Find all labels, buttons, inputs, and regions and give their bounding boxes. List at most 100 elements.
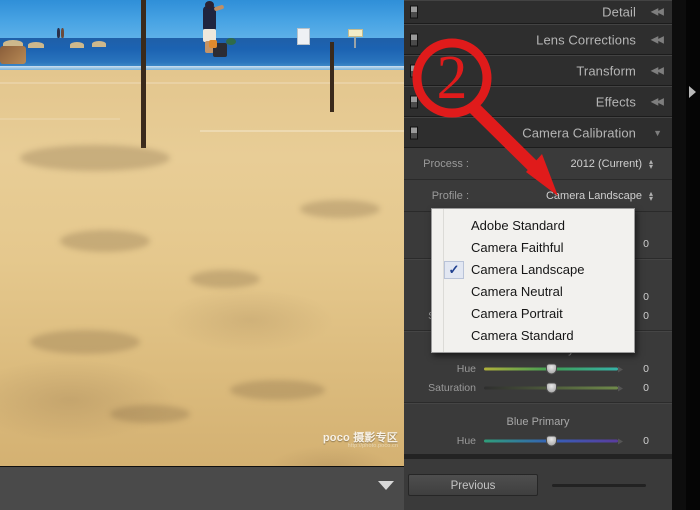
photo-toolbar[interactable] bbox=[0, 466, 404, 510]
previous-button[interactable]: Previous bbox=[408, 474, 538, 496]
stepper-arrows-icon[interactable]: ▴▾ bbox=[649, 191, 653, 201]
slider-label: Hue bbox=[404, 363, 476, 375]
menu-item-camera-neutral[interactable]: Camera Neutral bbox=[432, 281, 634, 303]
orange-bag bbox=[209, 40, 217, 48]
slider-row[interactable]: Hue 0 bbox=[404, 431, 672, 450]
profile-value[interactable]: Camera Landscape bbox=[546, 190, 642, 202]
panel-header-transform[interactable]: Transform ◀◀ bbox=[404, 55, 672, 86]
section-title: Blue Primary bbox=[404, 409, 672, 431]
slider-track[interactable] bbox=[484, 386, 618, 389]
panel-switch-icon[interactable] bbox=[410, 126, 418, 139]
panel-collapse-arrow-icon[interactable] bbox=[689, 86, 696, 98]
panel-header-effects[interactable]: Effects ◀◀ bbox=[404, 86, 672, 117]
net-pole bbox=[330, 42, 334, 112]
panel-switch-icon[interactable] bbox=[410, 64, 418, 77]
photo-preview-pane[interactable]: poco 摄影专区 http://photo.poco.cn bbox=[0, 0, 404, 466]
window-right-edge bbox=[686, 0, 700, 510]
process-row[interactable]: Process : 2012 (Current) ▴▾ bbox=[404, 148, 672, 180]
beach-umbrella bbox=[92, 41, 106, 47]
panel-scrollbar-gutter[interactable] bbox=[672, 0, 686, 510]
menu-item-label: Adobe Standard bbox=[471, 218, 565, 233]
watermark-url: http://photo.poco.cn bbox=[323, 444, 398, 450]
panel-footer: Previous bbox=[404, 457, 672, 510]
chevron-collapsed-icon[interactable]: ◀◀ bbox=[651, 34, 662, 45]
beach-photo: poco 摄影专区 http://photo.poco.cn bbox=[0, 0, 404, 466]
slider-track[interactable] bbox=[484, 439, 618, 442]
volleyball-pole bbox=[141, 0, 146, 148]
caret-down-icon[interactable] bbox=[378, 481, 394, 490]
profile-dropdown-menu[interactable]: Adobe Standard Camera Faithful ✓ Camera … bbox=[431, 208, 635, 353]
menu-item-camera-standard[interactable]: Camera Standard bbox=[432, 325, 634, 347]
slider-label: Hue bbox=[404, 435, 476, 447]
slider-value[interactable]: 0 bbox=[634, 363, 658, 375]
panel-switch-icon[interactable] bbox=[410, 6, 418, 19]
slider-knob[interactable] bbox=[546, 364, 557, 375]
profile-label: Profile : bbox=[404, 190, 469, 202]
person-head bbox=[205, 1, 214, 9]
chevron-collapsed-icon[interactable]: ◀◀ bbox=[651, 7, 662, 18]
stepper-arrows-icon[interactable]: ▴▾ bbox=[649, 159, 653, 169]
menu-item-label: Camera Landscape bbox=[471, 262, 584, 277]
sand-shadow bbox=[30, 330, 140, 354]
chevron-expanded-icon[interactable]: ▼ bbox=[653, 128, 662, 138]
sand-shadow bbox=[230, 380, 325, 400]
lightroom-develop-window: poco 摄影专区 http://photo.poco.cn Detail ◀◀… bbox=[0, 0, 700, 510]
footer-divider bbox=[404, 454, 672, 459]
menu-item-label: Camera Standard bbox=[471, 328, 574, 343]
panel-header-label: Detail bbox=[602, 5, 636, 20]
slider-knob[interactable] bbox=[546, 383, 557, 394]
sand-shadow bbox=[300, 200, 380, 218]
beach-sign bbox=[297, 28, 310, 45]
chevron-collapsed-icon[interactable]: ◀◀ bbox=[651, 65, 662, 76]
sand-shadow bbox=[110, 405, 190, 423]
process-value[interactable]: 2012 (Current) bbox=[570, 158, 642, 170]
checkmark-icon: ✓ bbox=[444, 261, 464, 279]
beach-sign-post bbox=[354, 37, 356, 48]
panel-header-camera-calibration[interactable]: Camera Calibration ▼ bbox=[404, 117, 672, 148]
menu-item-camera-portrait[interactable]: Camera Portrait bbox=[432, 303, 634, 325]
sand-shadow bbox=[20, 145, 170, 171]
menu-item-adobe-standard[interactable]: Adobe Standard bbox=[432, 215, 634, 237]
photo-watermark: poco 摄影专区 http://photo.poco.cn bbox=[323, 433, 398, 450]
slider-row[interactable]: Saturation 0 bbox=[404, 378, 672, 397]
panel-switch-icon[interactable] bbox=[410, 33, 418, 46]
menu-item-camera-landscape[interactable]: ✓ Camera Landscape bbox=[432, 259, 634, 281]
distant-person bbox=[57, 28, 60, 38]
chevron-collapsed-icon[interactable]: ◀◀ bbox=[651, 96, 662, 107]
green-item bbox=[226, 38, 236, 45]
slider-value[interactable]: 0 bbox=[634, 310, 658, 322]
beach-chair bbox=[0, 46, 26, 64]
beach-marking-line bbox=[0, 82, 404, 84]
sand-shadow bbox=[190, 270, 260, 288]
panel-header-label: Lens Corrections bbox=[536, 32, 636, 47]
menu-item-label: Camera Faithful bbox=[471, 240, 563, 255]
slider-row[interactable]: Hue 0 bbox=[404, 359, 672, 378]
process-label: Process : bbox=[404, 158, 469, 170]
menu-item-label: Camera Neutral bbox=[471, 284, 563, 299]
sand-shadow bbox=[60, 230, 150, 252]
panel-header-label: Transform bbox=[576, 63, 636, 78]
panel-header-label: Camera Calibration bbox=[522, 125, 636, 140]
menu-item-label: Camera Portrait bbox=[471, 306, 563, 321]
beach-sign bbox=[348, 29, 363, 37]
slider-value[interactable]: 0 bbox=[634, 382, 658, 394]
slider-value[interactable]: 0 bbox=[634, 291, 658, 303]
panel-header-detail[interactable]: Detail ◀◀ bbox=[404, 0, 672, 24]
distant-person bbox=[61, 28, 64, 38]
beach-umbrella bbox=[28, 42, 44, 48]
develop-right-panel: Detail ◀◀ Lens Corrections ◀◀ Transform … bbox=[404, 0, 672, 510]
beach-marking-line bbox=[200, 130, 404, 132]
beach-umbrella bbox=[70, 42, 84, 48]
slider-label: Saturation bbox=[404, 382, 476, 394]
panel-header-lens-corrections[interactable]: Lens Corrections ◀◀ bbox=[404, 24, 672, 55]
slider-value[interactable]: 0 bbox=[634, 238, 658, 250]
menu-item-camera-faithful[interactable]: Camera Faithful bbox=[432, 237, 634, 259]
slider-value[interactable]: 0 bbox=[634, 435, 658, 447]
section-divider bbox=[404, 402, 672, 404]
beach-marking-line bbox=[0, 118, 120, 120]
footer-slider-track[interactable] bbox=[552, 484, 646, 487]
slider-track[interactable] bbox=[484, 367, 618, 370]
panel-header-label: Effects bbox=[596, 94, 636, 109]
panel-switch-icon[interactable] bbox=[410, 95, 418, 108]
slider-knob[interactable] bbox=[546, 436, 557, 447]
